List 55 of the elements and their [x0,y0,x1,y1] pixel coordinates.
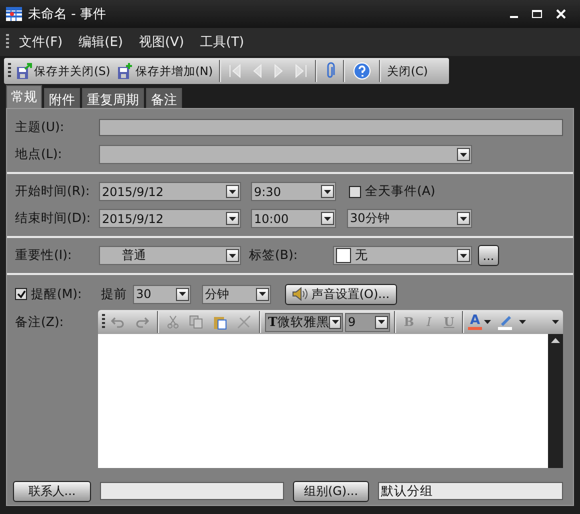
window-title: 未命名 - 事件 [28,6,107,23]
field-label: 备注(Z): [15,313,65,331]
close-icon[interactable] [556,9,566,19]
contacts-field[interactable] [100,482,284,500]
duration-dropdown[interactable]: 30分钟 [347,209,472,228]
caret-icon[interactable] [484,320,491,324]
group-button[interactable]: 组别(G)... [293,480,369,502]
unit-dropdown[interactable]: 分钟 [202,284,271,304]
subject-field[interactable] [99,119,563,136]
font-glyph: T [268,314,278,328]
group-field[interactable]: 默认分组 [378,482,563,500]
scroll-up-icon[interactable] [551,338,560,343]
tab[interactable]: 常规 [6,85,42,108]
font-dropdown[interactable]: T微软雅黑 [265,312,343,332]
checkbox[interactable] [349,186,361,198]
date-dropdown[interactable]: 2015/9/12 [99,182,241,201]
caret-icon[interactable] [519,320,526,324]
contacts-button[interactable]: 联系人... [13,480,91,502]
menu-item[interactable]: 编辑(E) [72,31,129,53]
speaker-icon [292,287,308,301]
font-size-dropdown[interactable]: 9 [345,312,390,332]
amount-dropdown[interactable]: 30 [133,284,191,304]
sound-settings-button[interactable]: 声音设置(O)... [285,284,397,304]
tag-dropdown[interactable]: 无 [333,246,472,265]
field-label: 重要性(I): [15,247,73,264]
field-label: 标签(B): [249,247,299,264]
menu-item[interactable]: 工具(T) [194,31,250,53]
overflow-caret-icon[interactable] [552,320,559,324]
time-dropdown[interactable]: 9:30 [251,182,336,201]
close-button[interactable]: 关闭(C) [384,62,430,80]
importance-dropdown[interactable]: 普通 [99,246,241,265]
floppy-arrow-icon [15,62,33,80]
date-dropdown[interactable]: 2015/9/12 [99,209,241,228]
field-label: 主题(U): [15,119,66,136]
tab[interactable]: 重复周期 [82,88,144,108]
floppy-plus-icon [116,62,134,80]
menu-item[interactable]: 视图(V) [132,31,190,53]
tab[interactable]: 附件 [44,88,80,108]
save-close-button[interactable]: 保存并关闭(S) [13,60,112,82]
checkbox-label: 提醒(M): [31,286,82,302]
save-new-button[interactable]: 保存并增加(N) [114,60,215,82]
field-label: 提前 [101,286,128,302]
notes-editor[interactable] [98,334,563,468]
field-label: 开始时间(R): [15,183,91,200]
menu-item[interactable]: 文件(F) [13,31,69,53]
tab[interactable]: 备注 [146,88,182,108]
more-button[interactable]: ... [478,245,499,266]
checkbox[interactable] [15,288,27,300]
checkbox-label: 全天事件(A) [365,183,436,200]
field-label: 结束时间(D): [15,210,92,227]
app-icon [6,7,22,21]
scrollbar[interactable] [548,334,563,468]
field-label: 地点(L): [15,146,63,163]
maximize-icon[interactable] [532,9,542,19]
time-dropdown[interactable]: 10:00 [251,209,336,228]
